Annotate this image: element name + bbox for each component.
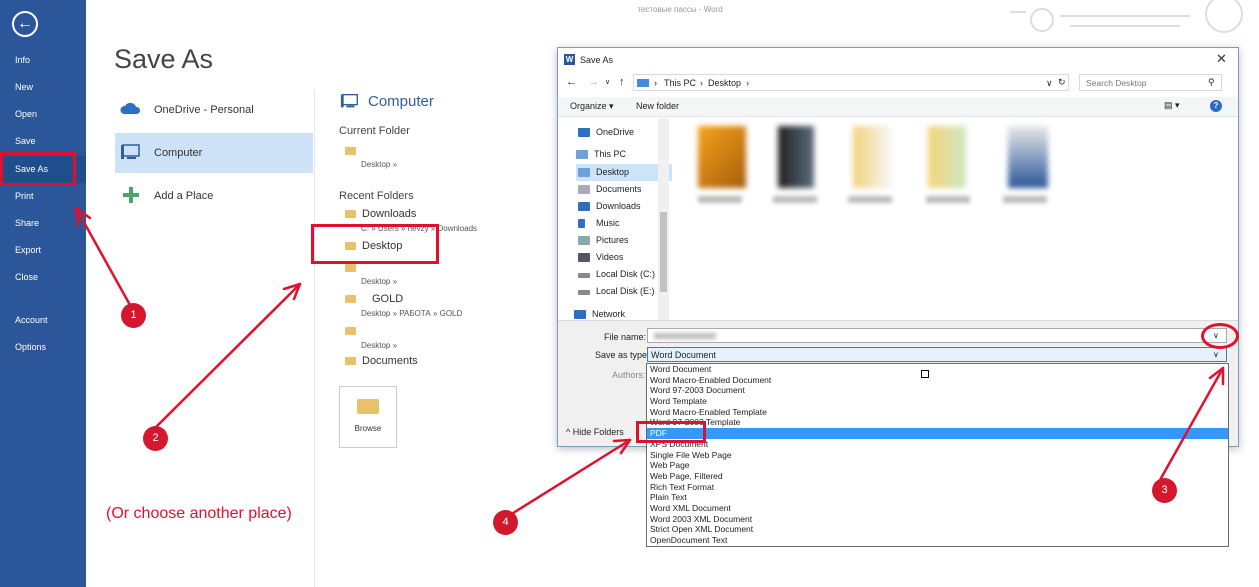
- step-badge-4: 4: [493, 510, 518, 535]
- step-badge-3: 3: [1152, 478, 1177, 503]
- annotation-note: (Or choose another place): [106, 505, 292, 522]
- annotation-arrows: [74, 206, 1225, 517]
- step-badge-2: 2: [143, 426, 168, 451]
- step-badge-1: 1: [121, 303, 146, 328]
